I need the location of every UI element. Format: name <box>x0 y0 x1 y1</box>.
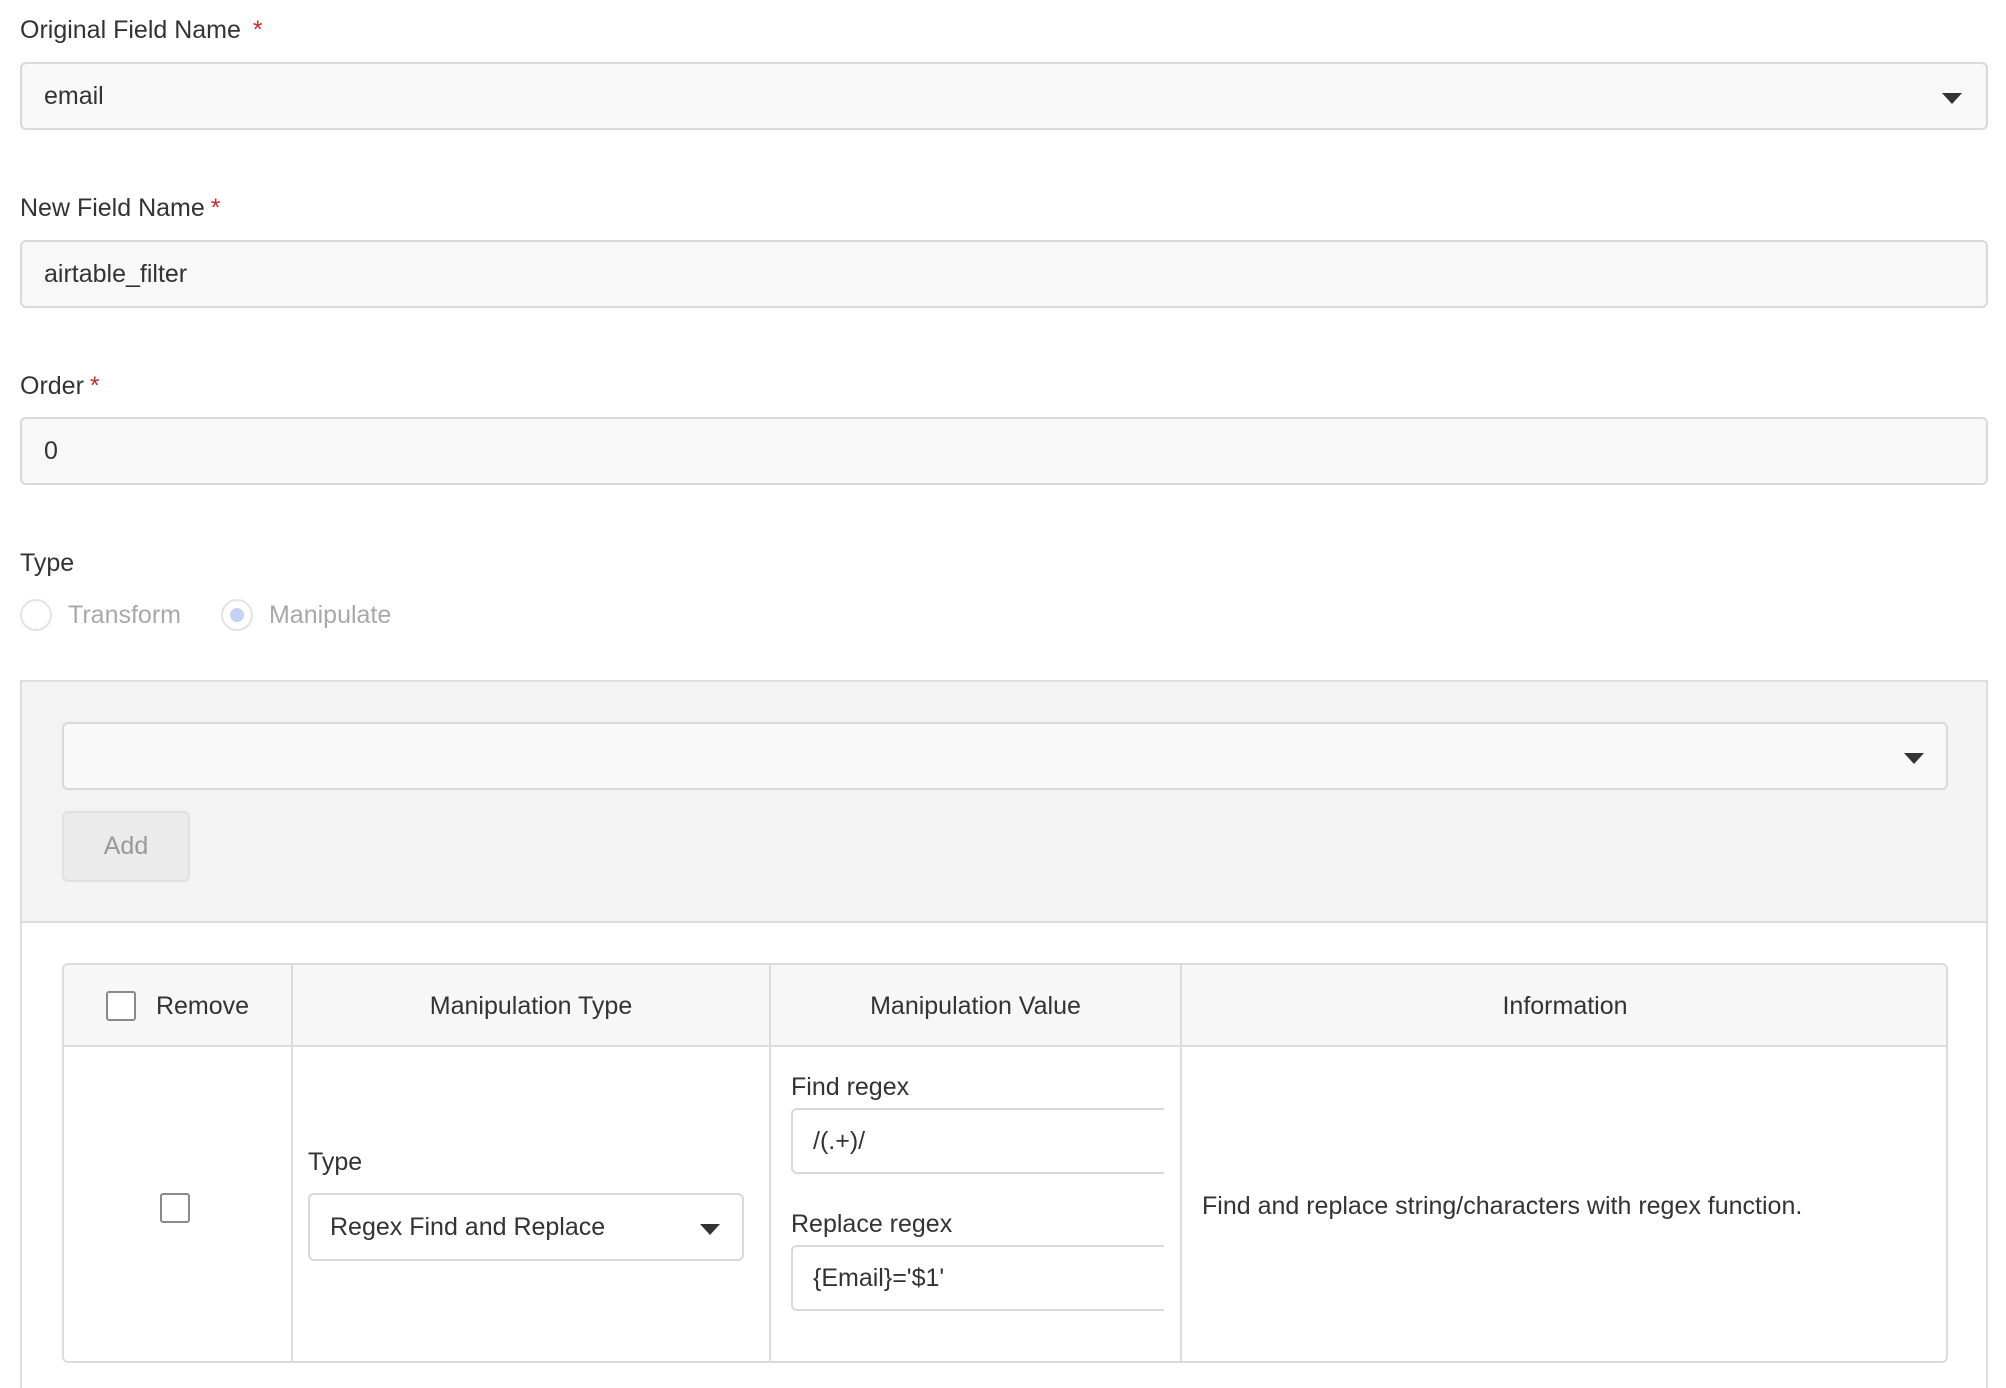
header-manipulation-type: Manipulation Type <box>429 991 633 1020</box>
add-button[interactable]: Add <box>62 811 190 882</box>
header-remove-label: Remove <box>155 991 250 1020</box>
original-field-name-label-text: Original Field Name <box>20 16 241 44</box>
required-mark: * <box>252 16 263 44</box>
original-field-name-label: Original Field Name * <box>20 16 263 45</box>
replace-regex-value: {Email}='$1' <box>813 1263 945 1292</box>
header-manipulation-value: Manipulation Value <box>870 991 1081 1020</box>
order-label-text: Order <box>20 372 84 400</box>
replace-regex-label: Replace regex <box>791 1210 953 1238</box>
chevron-down-icon <box>1942 93 1962 104</box>
order-label: Order * <box>20 372 100 401</box>
manipulations-section: Remove Manipulation Type Manipulation Va… <box>20 923 1988 1388</box>
header-remove: Remove <box>64 965 291 1047</box>
chevron-down-icon <box>1904 753 1924 764</box>
column-divider <box>1180 965 1182 1361</box>
row-manipulation-type-value: Regex Find and Replace <box>330 1212 606 1241</box>
new-field-name-input[interactable]: airtable_filter <box>20 240 1988 308</box>
table-header: Remove Manipulation Type Manipulation Va… <box>64 965 1946 1047</box>
select-all-checkbox[interactable] <box>105 991 136 1021</box>
original-field-name-value: email <box>44 81 104 110</box>
required-mark: * <box>89 372 100 400</box>
required-mark: * <box>210 194 221 222</box>
header-information: Information <box>1502 991 1628 1020</box>
replace-regex-input[interactable]: {Email}='$1' <box>791 1245 1164 1311</box>
row-remove-checkbox[interactable] <box>160 1193 190 1223</box>
find-regex-input[interactable]: /(.+)/ <box>791 1108 1164 1174</box>
find-regex-value: /(.+)/ <box>813 1126 866 1155</box>
new-field-name-label-text: New Field Name <box>20 194 205 222</box>
row-type-label: Type <box>308 1148 363 1176</box>
find-regex-label: Find regex <box>791 1073 910 1101</box>
manipulation-add-panel: Add <box>20 680 1988 923</box>
original-field-name-select[interactable]: email <box>20 62 1988 130</box>
chevron-down-icon <box>700 1224 720 1235</box>
type-radio-group: Transform Manipulate <box>20 597 391 633</box>
order-input[interactable]: 0 <box>20 417 1988 485</box>
row-information-text: Find and replace string/characters with … <box>1202 1192 1803 1220</box>
order-value: 0 <box>44 436 58 465</box>
row-manipulation-type-select[interactable]: Regex Find and Replace <box>308 1193 744 1261</box>
transform-radio-label[interactable]: Transform <box>68 601 181 630</box>
manipulate-radio[interactable] <box>220 599 253 631</box>
radio-dot <box>229 608 244 622</box>
new-field-name-label: New Field Name * <box>20 194 221 223</box>
column-divider <box>291 965 293 1361</box>
manipulations-table: Remove Manipulation Type Manipulation Va… <box>62 963 1948 1363</box>
new-field-name-value: airtable_filter <box>44 259 188 288</box>
column-divider <box>769 965 771 1361</box>
transform-radio[interactable] <box>20 599 52 631</box>
manipulation-type-select[interactable] <box>62 722 1948 790</box>
manipulate-radio-label[interactable]: Manipulate <box>269 601 391 630</box>
type-label: Type <box>20 549 75 577</box>
